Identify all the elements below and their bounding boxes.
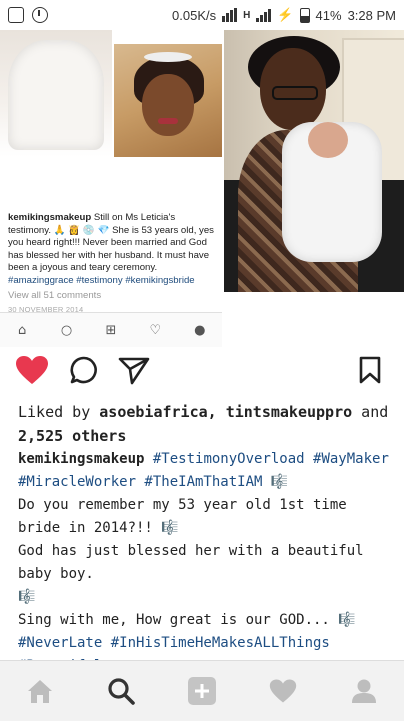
post-image[interactable]: kemikingsmakeup Still on Ms Leticia's te… — [0, 30, 404, 360]
comment-button[interactable] — [66, 352, 102, 388]
heart-filled-icon — [16, 356, 48, 384]
heart-icon: ♡ — [149, 322, 162, 338]
wifi-signal-icon — [222, 8, 238, 22]
caption-username[interactable]: kemikingsmakeup — [18, 451, 144, 467]
bride-dress-photo — [0, 30, 112, 157]
caption-line-4: Sing with me, How great is our GOD... — [18, 612, 339, 628]
like-count[interactable]: 2,525 — [18, 427, 63, 445]
alarm-icon — [32, 7, 48, 23]
mother-baby-photo — [224, 30, 404, 292]
heart-icon — [269, 679, 296, 703]
likes-summary: Liked by asoebiafrica, tintsmakeuppro an… — [18, 400, 390, 448]
search-icon — [108, 678, 135, 705]
bookmark-icon — [359, 356, 381, 384]
add-icon: ⊞ — [105, 322, 117, 338]
home-icon: ⌂ — [18, 322, 27, 338]
nav-activity[interactable] — [263, 671, 303, 711]
embedded-view-comments: View all 51 comments — [8, 289, 102, 301]
post-action-bar — [0, 352, 404, 394]
caption-emoji-3: 🎼 — [18, 589, 36, 605]
send-icon — [118, 357, 150, 385]
share-button[interactable] — [116, 352, 152, 388]
home-icon — [28, 680, 53, 703]
nav-home[interactable] — [20, 671, 60, 711]
profile-icon — [351, 679, 376, 703]
bookmark-button[interactable] — [352, 352, 388, 388]
search-icon: ○ — [60, 322, 73, 338]
network-type: H — [243, 9, 251, 21]
bride-portrait-photo — [114, 44, 222, 157]
charging-icon: ⚡ — [277, 7, 294, 22]
post-caption: kemikingsmakeup #TestimonyOverload #WayM… — [18, 448, 390, 678]
nav-add[interactable] — [182, 671, 222, 711]
cell-signal-icon — [256, 8, 272, 22]
add-icon — [187, 677, 216, 705]
battery-icon — [299, 7, 310, 23]
comment-icon — [70, 356, 97, 384]
embedded-nav-bar: ⌂ ○ ⊞ ♡ ● — [0, 312, 222, 347]
embedded-hashtags: #amazinggrace #testimony #kemikingsbride — [8, 274, 195, 286]
profile-icon: ● — [194, 322, 206, 338]
battery-level: 41% — [315, 7, 342, 23]
like-button[interactable] — [14, 352, 50, 388]
network-speed: 0.05K/s — [172, 7, 217, 23]
bottom-nav — [0, 660, 404, 721]
caption-line-3: God has just blessed her with a beautifu… — [18, 543, 364, 582]
embedded-caption: kemikingsmakeup Still on Ms Leticia's te… — [8, 212, 216, 317]
caption-emoji-1: 🎼 — [262, 474, 289, 490]
nav-search[interactable] — [101, 671, 141, 711]
caption-emoji-4: 🎼 — [338, 612, 356, 628]
liked-by-label: Liked by — [18, 403, 100, 421]
liked-by-users[interactable]: asoebiafrica, tintsmakeuppro — [99, 403, 352, 421]
embedded-screenshot: kemikingsmakeup Still on Ms Leticia's te… — [0, 30, 222, 347]
caption-line-2: Do you remember my 53 year old 1st time … — [18, 497, 347, 536]
clock-time: 3:28 PM — [347, 7, 396, 23]
notification-icon — [8, 7, 24, 23]
nav-profile[interactable] — [344, 671, 384, 711]
embedded-username: kemikingsmakeup — [8, 212, 92, 223]
liked-by-others[interactable]: others — [63, 427, 126, 445]
caption-emoji-2: 🎼 — [161, 520, 179, 536]
liked-by-and: and — [352, 403, 389, 421]
status-bar: 0.05K/s H ⚡ 41% 3:28 PM — [0, 0, 404, 30]
